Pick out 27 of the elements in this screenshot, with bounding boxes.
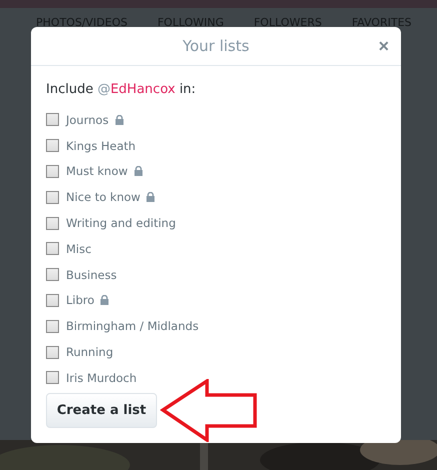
checkbox[interactable] [46,268,59,282]
list-name: Running [66,345,114,360]
checkbox[interactable] [46,346,59,359]
list-name: Libro [66,293,94,308]
list-name: Must know [66,164,128,178]
list-name: Journos [66,112,109,127]
dialog-title: Your lists [182,37,250,55]
checkbox[interactable] [46,371,59,384]
list-name: Nice to know [66,190,140,204]
checkbox[interactable] [46,242,59,256]
username-link[interactable]: @EdHancox [97,82,176,97]
list-name: Business [66,268,117,282]
checkbox[interactable] [46,113,59,126]
checkbox[interactable] [46,139,59,152]
list-name: Kings Heath [66,138,136,153]
checkbox[interactable] [46,164,59,178]
include-label: Include @EdHancox in: [46,82,197,97]
checkbox[interactable] [46,190,59,204]
list-name: Iris Murdoch [66,370,137,385]
list-name: Writing and editing [66,216,176,230]
checkbox[interactable] [46,216,59,230]
list-name: Misc [66,242,92,256]
close-button[interactable]: × [378,37,389,55]
checkbox[interactable] [46,320,59,333]
checkbox[interactable] [46,294,59,307]
list-name: Birmingham / Midlands [66,319,199,334]
create-list-button[interactable]: Create a list [46,392,157,428]
